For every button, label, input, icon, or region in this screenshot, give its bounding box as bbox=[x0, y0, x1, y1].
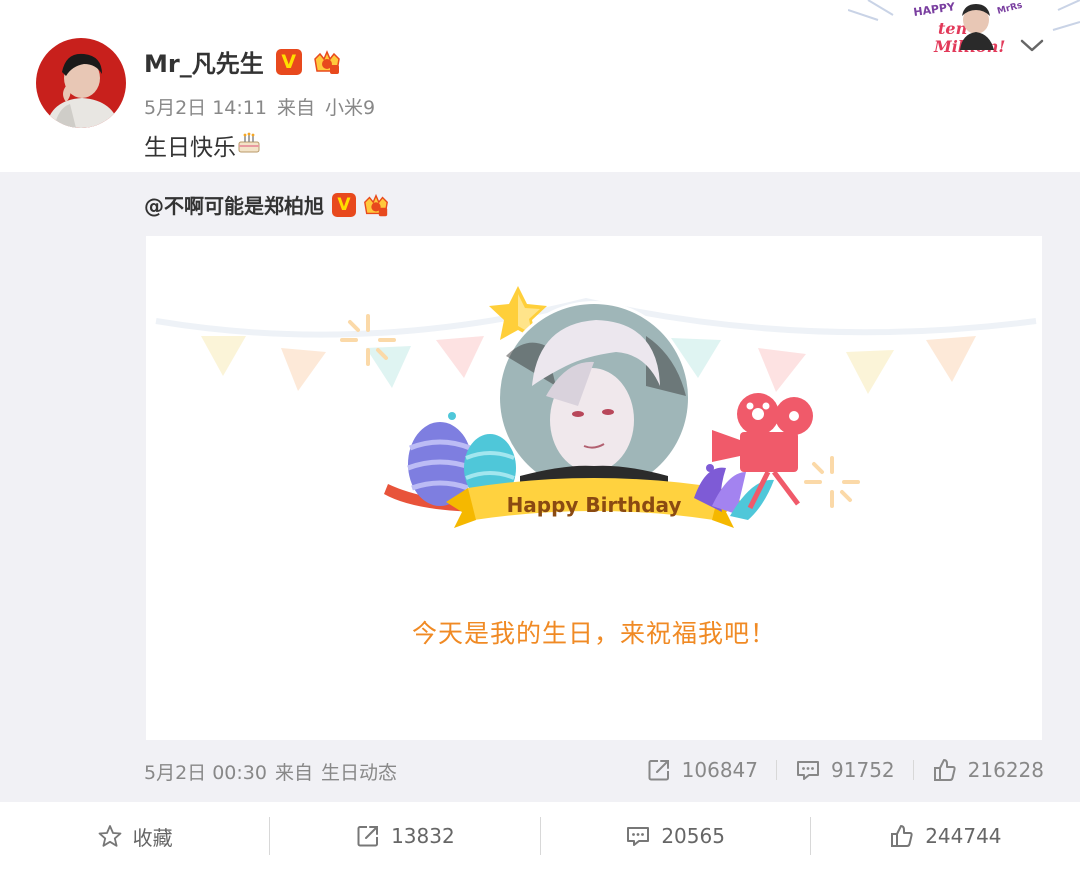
author-name-text[interactable]: Mr_凡先生 bbox=[144, 44, 264, 79]
repost-stats: 106847 91752 216228 bbox=[646, 754, 1044, 786]
share-icon bbox=[357, 826, 379, 847]
repost-footer: 5月2日 00:30 来自 生日动态 106847 91752 216228 bbox=[0, 754, 1080, 790]
milestone-line2: ten bbox=[938, 19, 967, 38]
post-source[interactable]: 小米9 bbox=[325, 97, 375, 119]
action-bar: 收藏 13832 20565 244744 bbox=[0, 802, 1080, 870]
chevron-down-icon[interactable] bbox=[1018, 36, 1046, 56]
verified-badge-icon: V bbox=[275, 48, 302, 75]
like-count: 216228 bbox=[967, 758, 1044, 782]
thumbs-up-icon bbox=[933, 759, 956, 781]
verified-badge-icon: V bbox=[332, 192, 356, 217]
repost-source-prefix: 来自 bbox=[274, 762, 313, 784]
like-button-count: 244744 bbox=[925, 824, 1002, 848]
repost-author[interactable]: @不啊可能是郑柏旭 V bbox=[144, 190, 390, 219]
comment-icon bbox=[797, 761, 820, 780]
post-source-prefix: 来自 bbox=[276, 97, 315, 119]
stat-divider bbox=[912, 760, 914, 780]
repost-count: 106847 bbox=[681, 758, 759, 782]
post-text-content: 生日快乐 bbox=[144, 135, 236, 161]
repost-button-count: 13832 bbox=[391, 824, 455, 848]
author-name[interactable]: Mr_凡先生 V bbox=[144, 44, 342, 79]
stat-divider bbox=[776, 760, 778, 780]
happy-birthday-banner-text: Happy Birthday bbox=[507, 493, 682, 517]
repost-stat-comments[interactable]: 91752 bbox=[795, 757, 895, 783]
repost-stat-likes[interactable]: 216228 bbox=[932, 757, 1044, 783]
share-icon bbox=[648, 760, 669, 781]
comment-button-count: 20565 bbox=[661, 824, 725, 848]
like-button[interactable]: 244744 bbox=[811, 802, 1080, 870]
milestone-line1: HAPPY bbox=[913, 0, 957, 19]
repost-container: @不啊可能是郑柏旭 V Happy Birthday 今天是我的生日，来祝福我吧… bbox=[0, 172, 1080, 802]
birthday-illustration: Happy Birthday bbox=[155, 286, 1037, 528]
favorite-label: 收藏 bbox=[132, 825, 173, 850]
crown-badge-icon bbox=[312, 47, 342, 77]
thumbs-up-icon bbox=[891, 825, 913, 847]
repost-meta: 5月2日 00:30 来自 生日动态 bbox=[144, 758, 405, 785]
comment-count: 91752 bbox=[831, 758, 895, 782]
comment-icon bbox=[627, 827, 650, 846]
author-avatar[interactable] bbox=[36, 38, 126, 128]
repost-button[interactable]: 13832 bbox=[270, 802, 539, 870]
birthday-message: 今天是我的生日，来祝福我吧！ bbox=[411, 619, 776, 648]
repost-date: 5月2日 00:30 bbox=[144, 762, 267, 784]
repost-source[interactable]: 生日动态 bbox=[321, 762, 397, 784]
post-meta: 5月2日 14:11 来自 小米9 bbox=[144, 93, 385, 120]
post-text: 生日快乐 bbox=[144, 128, 262, 162]
star-icon bbox=[98, 825, 122, 847]
crown-badge-icon bbox=[362, 191, 390, 219]
repost-stat-reposts[interactable]: 106847 bbox=[646, 757, 758, 783]
milestone-tag: MrRs bbox=[996, 1, 1023, 17]
cake-emoji-icon bbox=[236, 129, 262, 161]
post-date: 5月2日 14:11 bbox=[144, 97, 267, 119]
favorite-button[interactable]: 收藏 bbox=[0, 802, 269, 870]
post-header: Mr_凡先生 V 5月2日 14:11 来自 小米9 生日快乐 HAPPY Mr… bbox=[0, 0, 1080, 172]
birthday-card[interactable]: Happy Birthday 今天是我的生日，来祝福我吧！ bbox=[146, 236, 1042, 740]
comment-button[interactable]: 20565 bbox=[541, 802, 810, 870]
repost-author-name[interactable]: @不啊可能是郑柏旭 bbox=[144, 190, 324, 219]
